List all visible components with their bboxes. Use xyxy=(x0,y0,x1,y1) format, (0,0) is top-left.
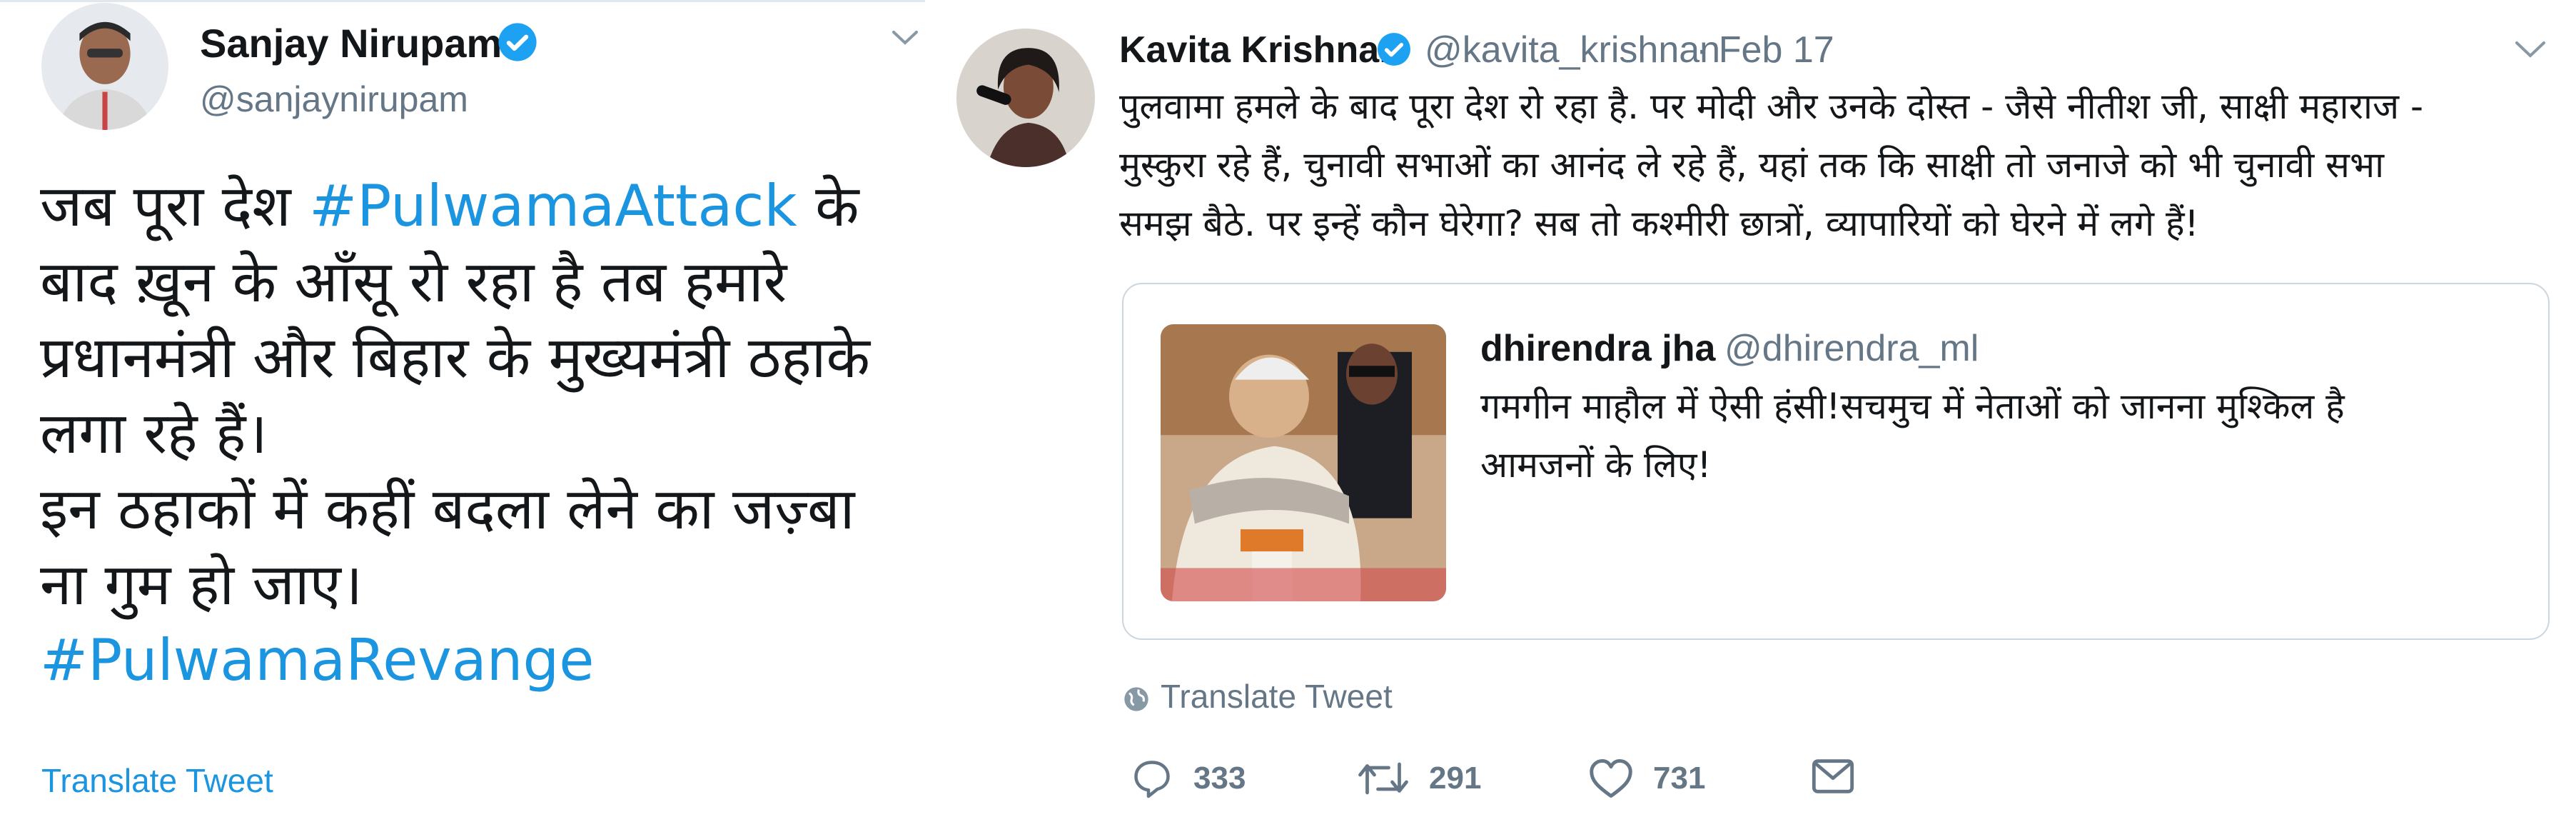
chevron-down-icon[interactable] xyxy=(891,29,919,51)
direct-message-button[interactable] xyxy=(1810,757,1874,796)
reply-count: 333 xyxy=(1193,761,1246,796)
tweet-text-segment: जब पूरा देश xyxy=(40,173,310,239)
tweet-text-segment: लगा रहे हैं। xyxy=(40,400,268,466)
tweet-text-line: लगा रहे हैं। xyxy=(40,396,918,471)
tweet-text-line: इन ठहाकों में कहीं बदला लेने का जज़्बा xyxy=(40,471,918,547)
tweet-text-line: ना गुम हो जाए। xyxy=(40,547,918,623)
heart-icon xyxy=(1590,759,1632,798)
reply-icon xyxy=(1134,761,1170,798)
tweet-text-segment: ना गुम हो जाए। xyxy=(40,551,363,618)
tweet-date[interactable]: · Feb 17 xyxy=(1696,29,1834,71)
tweet-text-line: समझ बैठे. पर इन्हें कौन घेरेगा? सब तो कश… xyxy=(1119,203,2199,244)
author-handle[interactable]: @sanjaynirupam xyxy=(200,79,468,120)
author-name[interactable]: Kavita Krishnan xyxy=(1119,29,1402,71)
tweet-sanjay: Sanjay Nirupam @sanjaynirupam जब पूरा दे… xyxy=(0,0,928,822)
avatar-sanjay[interactable] xyxy=(41,3,168,130)
tweet-kavita: Kavita Krishnan @kavita_krishnan · Feb 1… xyxy=(928,0,2576,822)
globe-icon xyxy=(1122,678,1161,715)
translate-tweet-link[interactable]: Translate Tweet xyxy=(41,761,273,800)
tweet-text-line: मुस्कुरा रहे हैं, चुनावी सभाओं का आनंद ल… xyxy=(1119,144,2385,186)
quoted-tweet-image[interactable] xyxy=(1161,324,1446,601)
tweet-text: पुलवामा हमले के बाद पूरा देश रो रहा है. … xyxy=(1119,77,2547,253)
translate-label: Translate Tweet xyxy=(1161,678,1393,715)
envelope-icon xyxy=(1812,759,1854,793)
tweet-text-segment: इन ठहाकों में कहीं बदला लेने का जज़्बा xyxy=(40,476,855,542)
tweet-text-line: प्रधानमंत्री और बिहार के मुख्यमंत्री ठहा… xyxy=(40,320,918,396)
tweet-text-segment: के xyxy=(797,173,859,239)
avatar-kavita[interactable] xyxy=(956,29,1095,167)
quoted-tweet-card[interactable]: dhirendra jha @dhirendra_ml गमगीन माहौल … xyxy=(1122,283,2550,640)
tweet-text-line: पुलवामा हमले के बाद पूरा देश रो रहा है. … xyxy=(1119,86,2424,127)
verified-badge-icon xyxy=(1376,31,1412,71)
tweet-text-segment: बाद ख़ून के आँसू रो रहा है तब हमारे xyxy=(40,249,787,315)
translate-tweet-link[interactable]: Translate Tweet xyxy=(1122,677,1393,716)
retweet-button[interactable]: 291 xyxy=(1356,757,1481,800)
verified-badge-icon xyxy=(497,21,538,66)
like-button[interactable]: 731 xyxy=(1587,757,1705,800)
tweet-text-line: जब पूरा देश #PulwamaAttack के xyxy=(40,169,918,244)
tweet-text-segment: प्रधानमंत्री और बिहार के मुख्यमंत्री ठहा… xyxy=(40,324,870,391)
author-handle[interactable]: @kavita_krishnan xyxy=(1425,29,1720,71)
quoted-text-line: गमगीन माहौल में ऐसी हंसी!सचमुच में नेताओ… xyxy=(1480,386,2345,427)
quoted-author-handle[interactable]: @dhirendra_ml xyxy=(1724,327,1979,370)
hashtag-link[interactable]: #PulwamaRevange xyxy=(40,627,594,693)
quoted-tweet-text: गमगीन माहौल में ऐसी हंसी!सचमुच में नेताओ… xyxy=(1480,377,2345,494)
retweet-count: 291 xyxy=(1429,761,1482,796)
quoted-text-line: आमजनों के लिए! xyxy=(1480,444,1712,486)
tweet-text-line: बाद ख़ून के आँसू रो रहा है तब हमारे xyxy=(40,244,918,320)
quoted-author-name[interactable]: dhirendra jha xyxy=(1480,327,1715,370)
retweet-icon xyxy=(1358,762,1408,795)
like-count: 731 xyxy=(1653,761,1706,796)
top-border xyxy=(0,0,928,2)
tweet-text: जब पूरा देश #PulwamaAttack के बाद ख़ून के… xyxy=(40,169,918,698)
hashtag-link[interactable]: #PulwamaAttack xyxy=(309,173,797,239)
tweet-text-line: #PulwamaRevange xyxy=(40,623,918,698)
reply-button[interactable]: 333 xyxy=(1129,757,1246,800)
chevron-down-icon[interactable] xyxy=(2514,39,2547,64)
author-name[interactable]: Sanjay Nirupam xyxy=(200,20,502,66)
